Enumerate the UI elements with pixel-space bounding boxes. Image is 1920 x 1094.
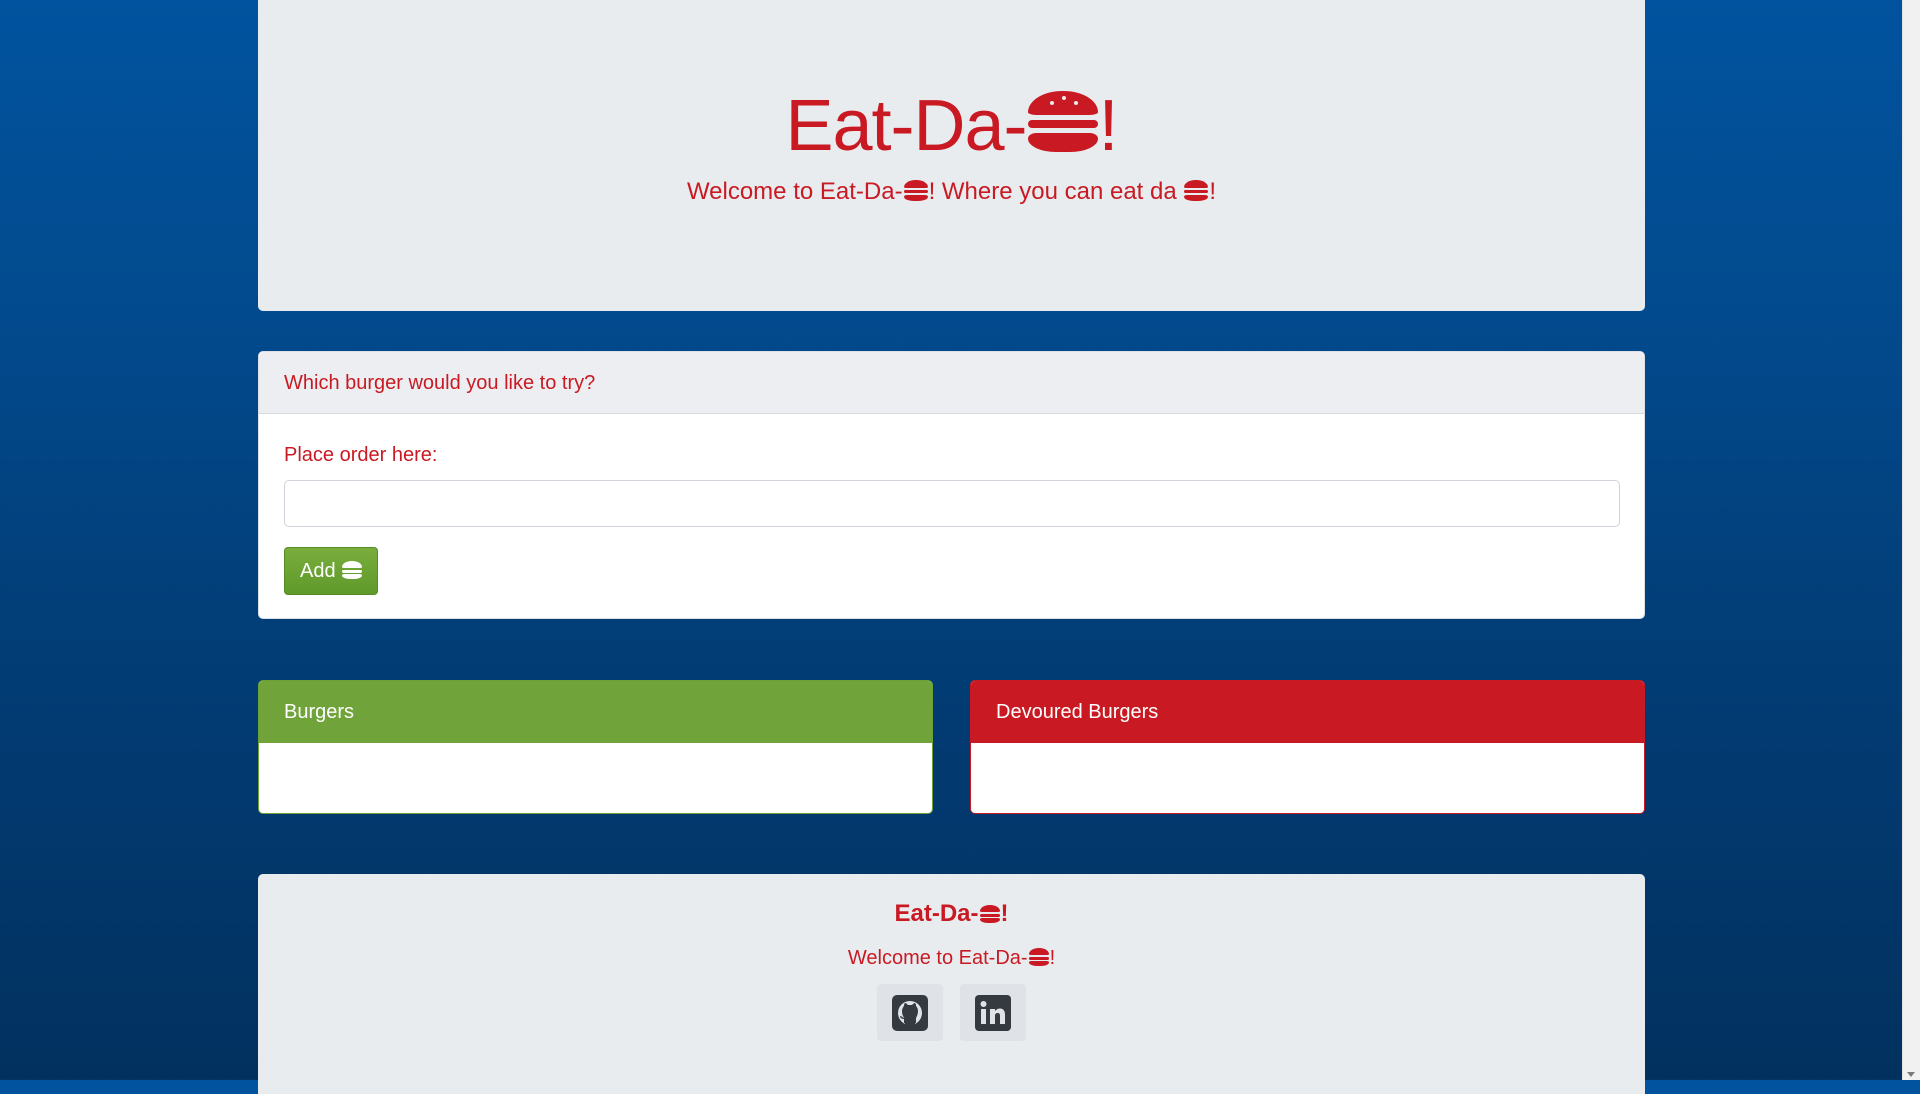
- burgers-card-header: Burgers: [259, 681, 932, 743]
- burger-icon: [979, 905, 1000, 923]
- footer-title: Eat-Da-!: [894, 900, 1009, 927]
- order-card-header: Which burger would you like to try?: [259, 352, 1644, 414]
- github-icon: [892, 995, 929, 1031]
- burger-name-input[interactable]: [284, 480, 1620, 527]
- add-burger-button[interactable]: Add: [284, 547, 378, 595]
- linkedin-icon: [974, 995, 1011, 1031]
- burger-icon: [903, 180, 928, 201]
- footer: Eat-Da-! Welcome to Eat-Da-!: [258, 874, 1645, 1094]
- burger-icon: [1184, 180, 1209, 201]
- page-title: Eat-Da-!: [785, 86, 1118, 166]
- scrollbar[interactable]: [1902, 0, 1920, 1080]
- order-card: Which burger would you like to try? Plac…: [258, 351, 1645, 619]
- burgers-card: Burgers: [258, 680, 933, 814]
- social-links: [258, 984, 1645, 1041]
- page-subtitle: Welcome to Eat-Da-! Where you can eat da…: [686, 178, 1217, 205]
- devoured-burgers-card: Devoured Burgers: [970, 680, 1645, 814]
- burger-icon: [342, 561, 363, 579]
- burger-icon: [1027, 91, 1098, 153]
- scroll-down-arrow-icon[interactable]: [1907, 1072, 1915, 1077]
- linkedin-link[interactable]: [959, 984, 1026, 1041]
- footer-subtitle: Welcome to Eat-Da-!: [847, 947, 1056, 969]
- devoured-card-header: Devoured Burgers: [971, 681, 1644, 743]
- order-input-label: Place order here:: [284, 444, 438, 466]
- jumbotron-header: Eat-Da-! Welcome to Eat-Da-! Where you c…: [258, 0, 1645, 311]
- burger-icon: [1028, 948, 1049, 966]
- github-link[interactable]: [877, 984, 944, 1041]
